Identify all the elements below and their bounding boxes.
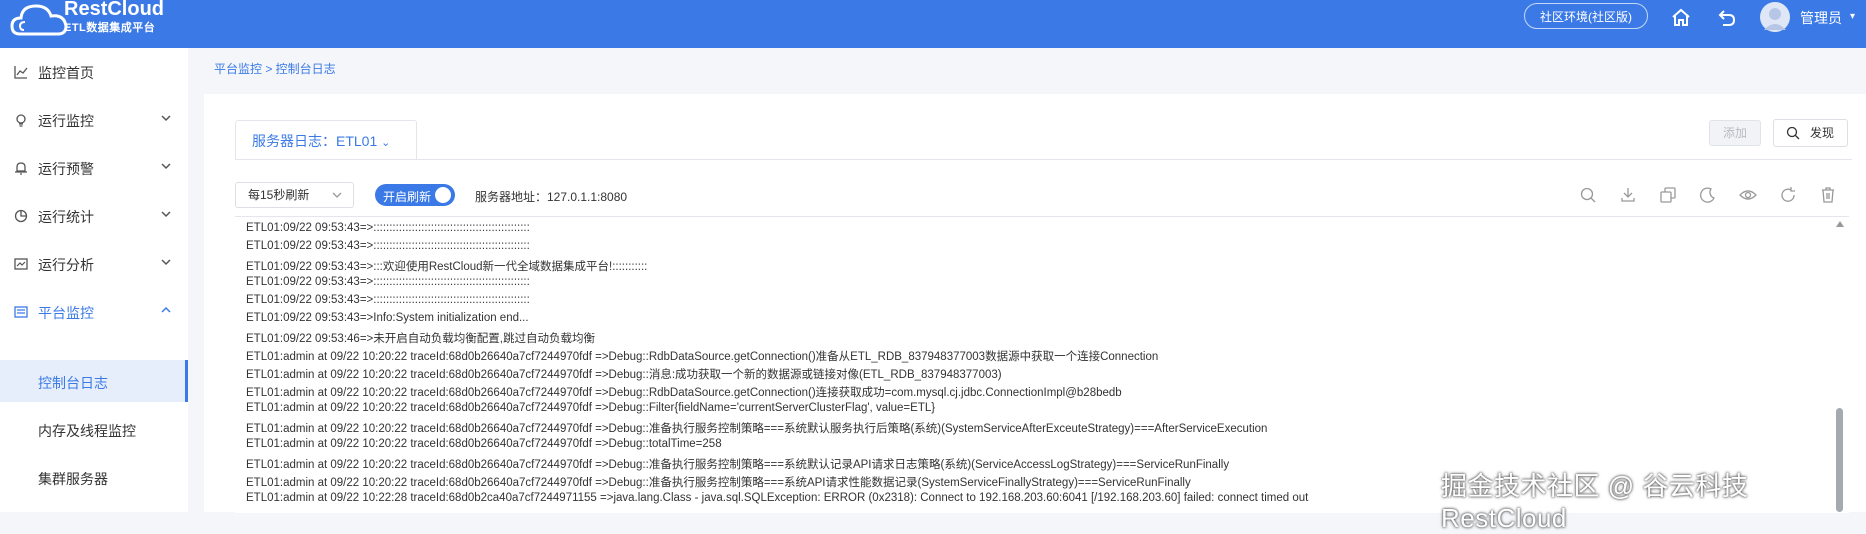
- chevron-down-icon: ⌄: [381, 137, 391, 149]
- sidebar-item-label: 平台监控: [38, 305, 94, 321]
- find-button-label: 发现: [1810, 126, 1835, 140]
- log-line: ETL01:admin at 09/22 10:20:22 traceId:68…: [246, 459, 1230, 471]
- log-line: ETL01:admin at 09/22 10:20:22 traceId:68…: [246, 351, 1159, 363]
- server-address: 服务器地址：127.0.1.1:8080: [475, 190, 628, 204]
- auto-refresh-label: 开启刷新: [383, 190, 432, 204]
- bulb-icon: [16, 114, 26, 127]
- chevron-down-icon[interactable]: ▾: [1850, 11, 1855, 22]
- refresh-icon[interactable]: [1779, 186, 1797, 204]
- toggle-knob: [435, 187, 451, 203]
- home-icon[interactable]: [1670, 6, 1692, 28]
- analysis-icon: [14, 258, 28, 270]
- download-icon[interactable]: [1619, 186, 1637, 204]
- chevron-down-icon: [332, 192, 342, 198]
- sidebar-subitem-memory-thread[interactable]: 内存及线程监控: [0, 408, 188, 450]
- refresh-interval-value: 每15秒刷新: [248, 188, 310, 202]
- top-header: RestCloud ETL数据集成平台 社区环境(社区版) 管理员 ▾: [0, 0, 1866, 48]
- log-line: ETL01:admin at 09/22 10:22:28 traceId:68…: [246, 492, 1309, 504]
- moon-icon[interactable]: [1699, 186, 1717, 204]
- auto-refresh-toggle[interactable]: 开启刷新: [375, 184, 455, 206]
- sidebar-item-label: 运行预警: [38, 161, 94, 177]
- sidebar-item-platform-monitor[interactable]: 平台监控: [0, 288, 188, 336]
- copy-icon[interactable]: [1659, 186, 1677, 204]
- log-line: ETL01:admin at 09/22 10:20:22 traceId:68…: [246, 387, 1122, 399]
- brand-title: RestCloud: [64, 0, 164, 20]
- find-button[interactable]: 发现: [1773, 119, 1848, 147]
- log-line: ETL01:admin at 09/22 10:20:22 traceId:68…: [246, 423, 1268, 435]
- sidebar: 监控首页 运行监控 运行预警 运行统计 运行分析 平台监控 控制台日志 内存及线…: [0, 48, 188, 512]
- sidebar-subitem-console-log[interactable]: 控制台日志: [0, 360, 188, 402]
- sidebar-item-label: 运行分析: [38, 257, 94, 273]
- log-line: ETL01:admin at 09/22 10:20:22 traceId:68…: [246, 438, 722, 450]
- log-line: ETL01:09/22 09:53:46=>未开启自动负载均衡配置,跳过自动负载…: [246, 333, 595, 345]
- log-line: ETL01:09/22 09:53:43=>:::欢迎使用RestCloud新一…: [246, 261, 648, 273]
- log-line: ETL01:09/22 09:53:43=>::::::::::::::::::…: [246, 276, 530, 288]
- cloud-logo-icon[interactable]: [10, 0, 70, 40]
- user-name[interactable]: 管理员: [1800, 8, 1842, 28]
- tab-label: 服务器日志：ETL01 ⌄: [252, 131, 390, 151]
- watermark: 掘金技术社区 @ 谷云科技RestCloud: [1441, 471, 1749, 533]
- sidebar-item-run-analysis[interactable]: 运行分析: [0, 240, 188, 288]
- breadcrumb[interactable]: 平台监控 > 控制台日志: [214, 60, 336, 77]
- sidebar-item-run-alert[interactable]: 运行预警: [0, 144, 188, 192]
- sidebar-subitem-label: 内存及线程监控: [38, 423, 136, 439]
- sidebar-item-label: 运行监控: [38, 113, 94, 129]
- tab-divider: [235, 159, 1852, 160]
- log-line: ETL01:admin at 09/22 10:20:22 traceId:68…: [246, 477, 1191, 489]
- monitor-icon: [14, 306, 28, 318]
- tab-label-text: 服务器日志：ETL01: [252, 133, 378, 149]
- log-line: ETL01:09/22 09:53:43=>Info:System initia…: [246, 312, 529, 324]
- avatar[interactable]: [1760, 2, 1790, 32]
- pie-icon: [14, 209, 28, 223]
- chart-line-icon: [14, 66, 28, 79]
- add-button[interactable]: 添加: [1709, 120, 1761, 146]
- sidebar-item-label: 运行统计: [38, 209, 94, 225]
- sidebar-subitem-label: 集群服务器: [38, 471, 108, 487]
- delete-icon[interactable]: [1819, 186, 1837, 204]
- user-avatar-icon: [1764, 8, 1786, 30]
- chevron-down-icon: [161, 115, 171, 122]
- search-icon[interactable]: [1579, 186, 1597, 204]
- tab-server-log[interactable]: 服务器日志：ETL01 ⌄: [235, 120, 417, 160]
- search-icon: [1786, 126, 1800, 140]
- log-line: ETL01:admin at 09/22 10:20:22 traceId:68…: [246, 402, 936, 414]
- sidebar-item-label: 监控首页: [38, 65, 94, 81]
- sidebar-item-dashboard[interactable]: 监控首页: [0, 48, 188, 96]
- log-line: ETL01:09/22 09:53:43=>::::::::::::::::::…: [246, 294, 530, 306]
- chevron-down-icon: [161, 163, 171, 170]
- log-line: ETL01:admin at 09/22 10:20:22 traceId:68…: [246, 369, 1002, 381]
- log-line: ETL01:09/22 09:53:43=>::::::::::::::::::…: [246, 222, 530, 234]
- back-icon[interactable]: [1716, 6, 1738, 28]
- env-switch-button[interactable]: 社区环境(社区版): [1524, 3, 1648, 29]
- scroll-up-arrow-icon[interactable]: [1836, 220, 1844, 228]
- chevron-up-icon: [161, 306, 171, 313]
- sidebar-item-run-monitor[interactable]: 运行监控: [0, 96, 188, 144]
- chevron-down-icon: [161, 211, 171, 218]
- refresh-interval-select[interactable]: 每15秒刷新: [235, 182, 354, 208]
- eye-icon[interactable]: [1739, 186, 1757, 204]
- sidebar-subitem-cluster-server[interactable]: 集群服务器: [0, 456, 188, 498]
- sidebar-subitem-label: 控制台日志: [38, 375, 108, 391]
- log-line: ETL01:09/22 09:53:43=>::::::::::::::::::…: [246, 240, 530, 252]
- chevron-down-icon: [161, 259, 171, 266]
- bell-icon: [15, 162, 27, 175]
- sidebar-item-run-stats[interactable]: 运行统计: [0, 192, 188, 240]
- brand-subtitle: ETL数据集成平台: [64, 22, 156, 34]
